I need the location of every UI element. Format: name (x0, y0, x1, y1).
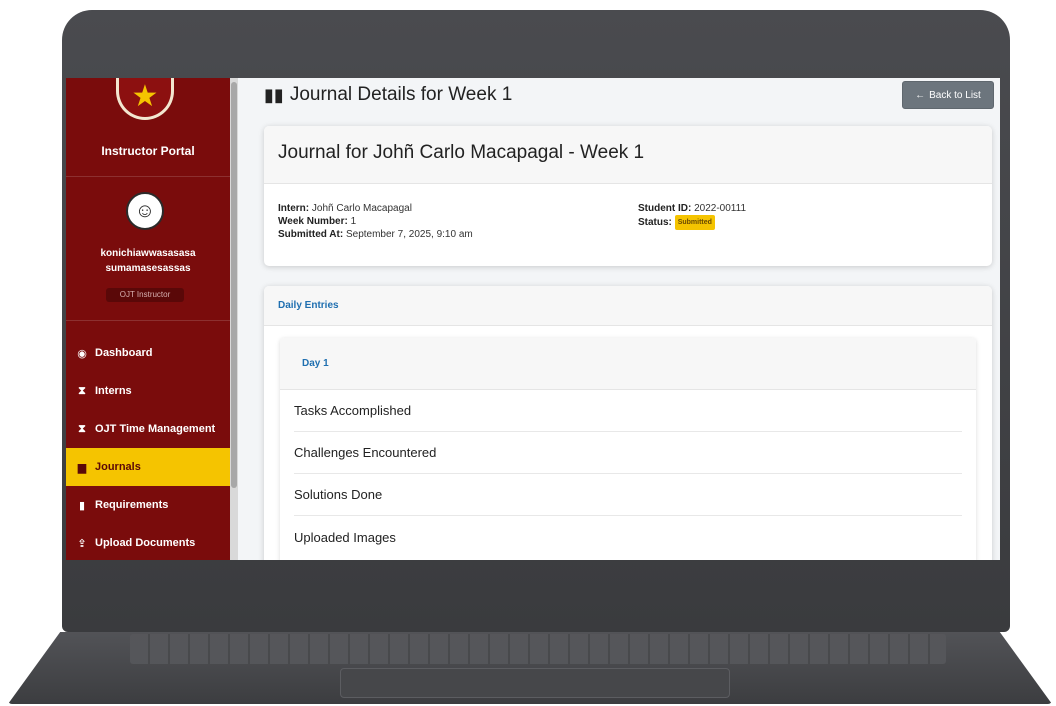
intern-name: Johñ Carlo Macapagal (311, 203, 412, 214)
role-badge: OJT Instructor (106, 288, 184, 302)
submitted-label: Submitted At: (278, 229, 344, 240)
week-label: Week Number: (278, 216, 348, 227)
week-number: 1 (350, 216, 357, 227)
status-label: Status: (638, 217, 672, 229)
sidebar-item-requirements[interactable]: ▮ Requirements (66, 486, 230, 524)
arrow-left-icon: ← (915, 89, 926, 101)
user-name: konichiawwasasasa sumamasesassas (100, 248, 196, 274)
submitted-at: September 7, 2025, 9:10 am (345, 229, 473, 240)
scrollbar-thumb[interactable] (231, 82, 237, 488)
journal-heading: Journal for Johñ Carlo Macapagal - Week … (264, 126, 992, 184)
laptop-keyboard (130, 634, 946, 664)
sidebar-divider (66, 176, 230, 177)
student-id: 2022-00111 (694, 203, 747, 214)
sidebar-item-upload-documents[interactable]: ⇪ Upload Documents (66, 524, 230, 560)
upload-icon: ⇪ (77, 537, 87, 550)
sidebar-item-label: Requirements (95, 499, 169, 511)
daily-entries-card: Daily Entries Day 1 Tasks Accomplished C… (264, 286, 992, 560)
student-id-label: Student ID: (638, 203, 692, 214)
back-button-label: Back to List (929, 89, 981, 101)
sidebar-scrollbar[interactable] (230, 78, 238, 560)
page-header: ▮▮ Journal Details for Week 1 (264, 84, 512, 106)
laptop-screen: ★ Instructor Portal ☺ konichiawwasasasa … (66, 78, 1000, 560)
file-icon: ▮ (78, 499, 86, 512)
sidebar-item-label: Upload Documents (95, 537, 196, 549)
tasks-accomplished-section: Tasks Accomplished (294, 390, 962, 432)
sidebar-item-ojt-time-management[interactable]: ⧗ OJT Time Management (66, 410, 230, 448)
sidebar-item-label: Interns (95, 385, 132, 397)
hourglass-icon: ⧗ (78, 384, 86, 397)
journal-info-right: Student ID: 2022-00111 Status: Submitted (638, 202, 746, 230)
sidebar-item-journals[interactable]: ▆ Journals (66, 448, 230, 486)
sidebar-item-dashboard[interactable]: ◉ Dashboard (66, 334, 230, 372)
challenges-encountered-section: Challenges Encountered (294, 432, 962, 474)
school-logo: ★ (116, 78, 174, 120)
hourglass-icon: ⧗ (78, 422, 86, 435)
book-open-icon: ▮▮ (264, 84, 284, 105)
main-content: ▮▮ Journal Details for Week 1 ← Back to … (238, 78, 1000, 560)
avatar: ☺ (126, 192, 164, 230)
day-entry-card: Day 1 Tasks Accomplished Challenges Enco… (280, 338, 976, 560)
sidebar-divider (66, 320, 230, 321)
status-badge: Submitted (674, 215, 715, 230)
day-label: Day 1 (280, 338, 976, 390)
intern-label: Intern: (278, 203, 310, 214)
journal-info-left: Intern: Johñ Carlo Macapagal Week Number… (278, 202, 473, 241)
uploaded-images-section: Uploaded Images (294, 529, 396, 545)
sidebar-item-label: OJT Time Management (95, 423, 216, 435)
sidebar-item-interns[interactable]: ⧗ Interns (66, 372, 230, 410)
sidebar-item-label: Journals (95, 461, 141, 473)
book-icon: ▆ (77, 461, 87, 474)
journal-summary-card: Journal for Johñ Carlo Macapagal - Week … (264, 126, 992, 266)
portal-title: Instructor Portal (101, 144, 195, 158)
tachometer-icon: ◉ (77, 347, 87, 360)
laptop-trackpad (340, 668, 730, 698)
sidebar-nav: ◉ Dashboard ⧗ Interns ⧗ OJT Time Managem… (66, 334, 230, 560)
sidebar-item-label: Dashboard (95, 347, 153, 359)
page-title: Journal Details for Week 1 (289, 84, 513, 105)
back-to-list-button[interactable]: ← Back to List (902, 81, 994, 109)
daily-entries-heading: Daily Entries (264, 286, 992, 326)
sidebar: ★ Instructor Portal ☺ konichiawwasasasa … (66, 78, 230, 560)
solutions-done-section: Solutions Done (294, 474, 962, 516)
